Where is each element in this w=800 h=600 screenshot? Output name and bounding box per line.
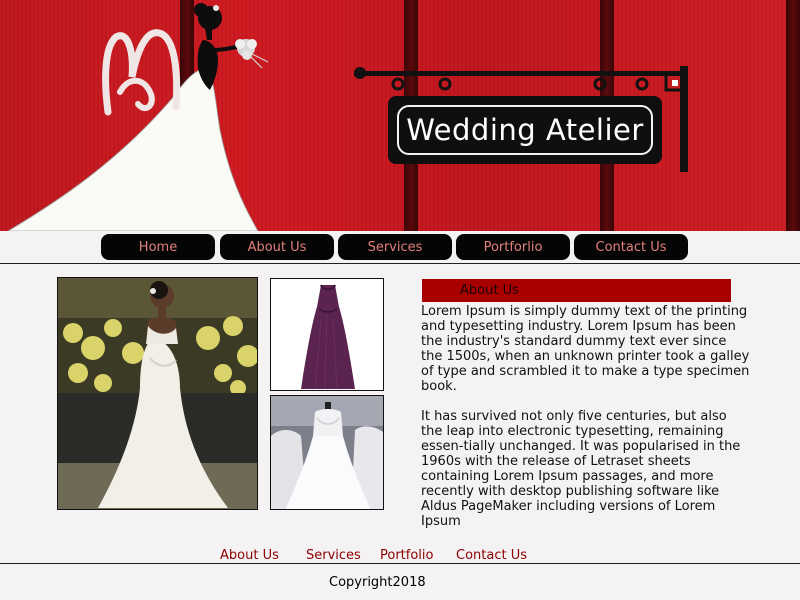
about-us-heading: About Us: [460, 283, 519, 298]
about-paragraph-2: It has survived not only five centuries,…: [421, 409, 741, 529]
nav-about-us-button[interactable]: About Us: [220, 234, 334, 260]
header-banner: Wedding Atelier: [0, 0, 800, 231]
white-gowns-photo: [270, 395, 384, 510]
footer-link-services[interactable]: Services: [306, 548, 361, 563]
nav-home-button[interactable]: Home: [101, 234, 215, 260]
purple-dress-photo: [270, 278, 384, 391]
white-gowns-image: [271, 396, 383, 509]
nav-portfolio-button[interactable]: Portforlio: [456, 234, 570, 260]
nav-services-button[interactable]: Services: [338, 234, 452, 260]
nav-contact-us-button[interactable]: Contact Us: [574, 234, 688, 260]
atelier-logo-icon: [102, 29, 181, 116]
site-title: Wedding Atelier: [406, 113, 644, 147]
purple-dress-image: [271, 279, 383, 390]
footer-link-about-us[interactable]: About Us: [220, 548, 279, 563]
footer-link-portfolio[interactable]: Portfolio: [380, 548, 433, 563]
sign-inner-border: Wedding Atelier: [397, 105, 653, 155]
about-us-heading-bar: About Us: [422, 279, 731, 302]
bride-wedding-dress-photo: [57, 277, 258, 510]
copyright-text: Copyright2018: [329, 575, 426, 590]
footer-divider: [0, 563, 800, 564]
about-paragraph-1: Lorem Ipsum is simply dummy text of the …: [421, 304, 750, 394]
about-us-text: Lorem Ipsum is simply dummy text of the …: [421, 304, 751, 544]
footer-link-contact-us[interactable]: Contact Us: [456, 548, 527, 563]
wood-plank-gap: [786, 0, 800, 231]
bride-photo-image: [58, 278, 257, 509]
main-navigation: Home About Us Services Portforlio Contac…: [0, 231, 800, 264]
site-title-sign: Wedding Atelier: [388, 96, 662, 164]
